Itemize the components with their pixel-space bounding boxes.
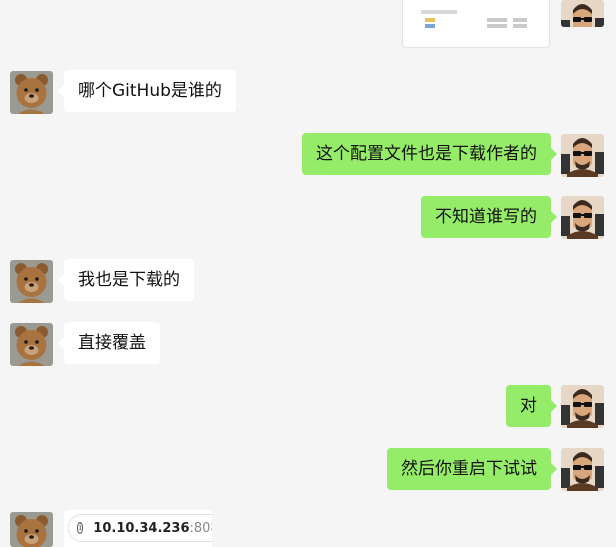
cartoon-man-avatar-icon xyxy=(561,448,604,491)
chat-history: 哪个GitHub是谁的 这个配置文件也是下载作者的 不知道谁写的 我也是下载的 … xyxy=(0,0,616,547)
image-message[interactable] xyxy=(402,0,550,48)
avatar[interactable] xyxy=(10,323,53,366)
url-bar: i 10.10.34.236 :8080 xyxy=(68,514,212,542)
cartoon-man-avatar-icon xyxy=(561,134,604,177)
screenshot-message[interactable]: i 10.10.34.236 :8080 xyxy=(64,510,212,547)
avatar[interactable] xyxy=(561,448,604,491)
image-row xyxy=(421,10,457,14)
teddy-bear-avatar-icon xyxy=(10,71,53,114)
info-icon: i xyxy=(77,522,84,534)
avatar[interactable] xyxy=(10,260,53,303)
teddy-bear-avatar-icon xyxy=(10,323,53,366)
image-row xyxy=(487,18,507,22)
avatar[interactable] xyxy=(561,385,604,428)
avatar[interactable] xyxy=(561,0,604,27)
cartoon-man-avatar-icon xyxy=(561,196,604,239)
avatar[interactable] xyxy=(10,71,53,114)
url-port: :8080 xyxy=(189,520,212,536)
message-bubble-outgoing[interactable]: 然后你重启下试试 xyxy=(387,448,557,490)
cartoon-man-avatar-icon xyxy=(561,385,604,428)
avatar[interactable] xyxy=(561,134,604,177)
image-row xyxy=(513,24,527,28)
avatar[interactable] xyxy=(561,196,604,239)
url-host: 10.10.34.236 xyxy=(93,520,190,536)
folder-icon xyxy=(425,18,435,22)
avatar[interactable] xyxy=(10,512,53,547)
message-bubble-incoming[interactable]: 直接覆盖 xyxy=(58,322,160,364)
image-row xyxy=(487,24,507,28)
cartoon-man-avatar-icon xyxy=(561,0,604,27)
message-bubble-incoming[interactable]: 我也是下载的 xyxy=(58,259,194,301)
message-bubble-outgoing[interactable]: 这个配置文件也是下载作者的 xyxy=(302,133,557,175)
message-bubble-incoming[interactable]: 哪个GitHub是谁的 xyxy=(58,70,236,112)
teddy-bear-avatar-icon xyxy=(10,512,53,547)
file-icon xyxy=(425,24,435,28)
message-bubble-outgoing[interactable]: 对 xyxy=(506,385,557,427)
teddy-bear-avatar-icon xyxy=(10,260,53,303)
message-bubble-outgoing[interactable]: 不知道谁写的 xyxy=(421,196,557,238)
image-row xyxy=(513,18,527,22)
